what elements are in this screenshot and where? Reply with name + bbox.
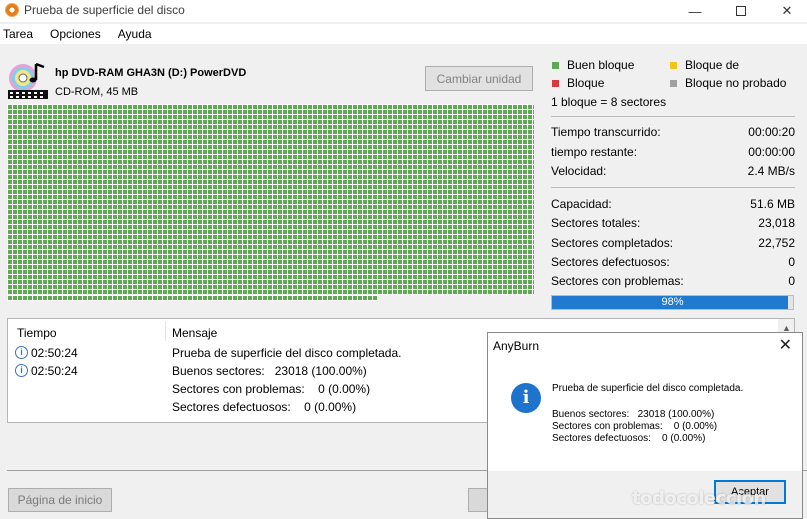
legend-good: Buen bloque: [552, 58, 634, 72]
stat-capacity-value: 51.6 MB: [750, 197, 795, 211]
info-icon: i: [15, 346, 28, 359]
log-row-message: Sectores defectuosos: 0 (0.00%): [172, 400, 357, 414]
menu-ayuda[interactable]: Ayuda: [115, 24, 158, 44]
dialog-title-bar: AnyBurn ✕: [488, 333, 802, 359]
dialog-line: Buenos sectores: 23018 (100.00%): [552, 409, 715, 420]
legend-bad-swatch: [552, 79, 559, 87]
legend-warn: Bloque de: [670, 58, 739, 72]
stat-remaining-value: 00:00:00: [748, 145, 795, 159]
maximize-button[interactable]: [718, 0, 764, 22]
menu-tarea[interactable]: Tarea: [0, 24, 39, 44]
stat-done-value: 22,752: [758, 236, 795, 250]
menu-bar: Tarea Opciones Ayuda: [0, 24, 807, 44]
device-info: CD-ROM, 45 MB: [55, 86, 139, 98]
stat-elapsed-label: Tiempo transcurrido:: [551, 125, 661, 139]
log-row-message: Prueba de superficie del disco completad…: [172, 346, 402, 360]
legend-warn-label: Bloque de: [685, 58, 740, 72]
dialog-message: Prueba de superficie del disco completad…: [552, 383, 744, 394]
stat-elapsed: Tiempo transcurrido: 00:00:20: [551, 125, 795, 141]
log-row-time: 02:50:24: [31, 346, 78, 360]
block-map-last-row: [7, 295, 378, 301]
info-icon: i: [15, 364, 28, 377]
legend-untested-label: Bloque no probado: [685, 76, 787, 90]
stat-remaining-label: tiempo restante:: [551, 145, 638, 159]
stat-done-label: Sectores completados:: [551, 236, 674, 250]
stat-total-label: Sectores totales:: [551, 216, 641, 230]
log-col-divider: [165, 321, 166, 341]
legend-good-label: Buen bloque: [567, 58, 635, 72]
close-button[interactable]: ✕: [764, 0, 807, 22]
window-title: Prueba de superficie del disco: [24, 3, 185, 17]
stats-divider: [551, 187, 795, 188]
stat-total: Sectores totales: 23,018: [551, 216, 795, 232]
stat-remaining: tiempo restante: 00:00:00: [551, 145, 795, 161]
block-map-tested: [7, 104, 534, 295]
legend-bad-label: Bloque: [567, 76, 605, 90]
dialog-title: AnyBurn: [493, 339, 540, 353]
progress-bar: 98%: [551, 295, 794, 310]
stat-bad-value: 0: [788, 255, 795, 269]
maximize-icon: [736, 6, 746, 16]
stat-problem: Sectores con problemas: 0: [551, 274, 795, 290]
log-col-time[interactable]: Tiempo: [17, 326, 57, 340]
legend-bad: Bloque: [552, 76, 604, 90]
device-name: hp DVD-RAM GHA3N (D:) PowerDVD: [55, 67, 247, 79]
app-icon: [5, 3, 19, 17]
legend-untested: Bloque no probado: [670, 76, 786, 90]
stat-capacity-label: Capacidad:: [551, 197, 612, 211]
stat-bad: Sectores defectuosos: 0: [551, 255, 795, 271]
block-size-note: 1 bloque = 8 sectores: [551, 95, 667, 109]
log-row-message: Sectores con problemas: 0 (0.00%): [172, 382, 371, 396]
minimize-button[interactable]: —: [672, 0, 718, 22]
log-col-message[interactable]: Mensaje: [172, 326, 217, 340]
dialog-details: Buenos sectores: 23018 (100.00%) Sectores…: [552, 409, 717, 445]
home-page-button[interactable]: Página de inicio: [8, 488, 112, 512]
stat-speed-value: 2.4 MB/s: [747, 164, 795, 178]
dialog-line: Sectores defectuosos: 0 (0.00%): [552, 433, 706, 444]
stat-speed: Velocidad: 2.4 MB/s: [551, 164, 795, 180]
menu-opciones[interactable]: Opciones: [47, 24, 107, 44]
log-row-message: Buenos sectores: 23018 (100.00%): [172, 364, 367, 378]
disc-icon: [8, 62, 48, 99]
stat-speed-label: Velocidad:: [551, 164, 607, 178]
dialog-body: i Prueba de superficie del disco complet…: [488, 359, 802, 471]
stat-capacity: Capacidad: 51.6 MB: [551, 197, 795, 213]
watermark: todocoleccion: [632, 488, 766, 509]
stats-divider: [551, 116, 795, 117]
legend-good-swatch: [552, 61, 559, 69]
legend-untested-swatch: [670, 79, 677, 87]
stat-problem-value: 0: [788, 274, 795, 288]
dialog-line: Sectores con problemas: 0 (0.00%): [552, 421, 718, 432]
info-icon: i: [511, 383, 541, 413]
stat-problem-label: Sectores con problemas:: [551, 274, 684, 288]
stat-elapsed-value: 00:00:20: [748, 125, 795, 139]
legend-warn-swatch: [670, 61, 677, 69]
progress-text: 98%: [661, 296, 684, 308]
log-row-time: 02:50:24: [31, 364, 78, 378]
stat-bad-label: Sectores defectuosos:: [551, 255, 670, 269]
title-bar: Prueba de superficie del disco — ✕: [0, 0, 807, 22]
change-drive-button[interactable]: Cambiar unidad: [425, 66, 533, 91]
block-map: [7, 104, 534, 302]
dialog-close-icon[interactable]: ✕: [779, 335, 792, 355]
stat-done: Sectores completados: 22,752: [551, 236, 795, 252]
stat-total-value: 23,018: [758, 216, 795, 230]
